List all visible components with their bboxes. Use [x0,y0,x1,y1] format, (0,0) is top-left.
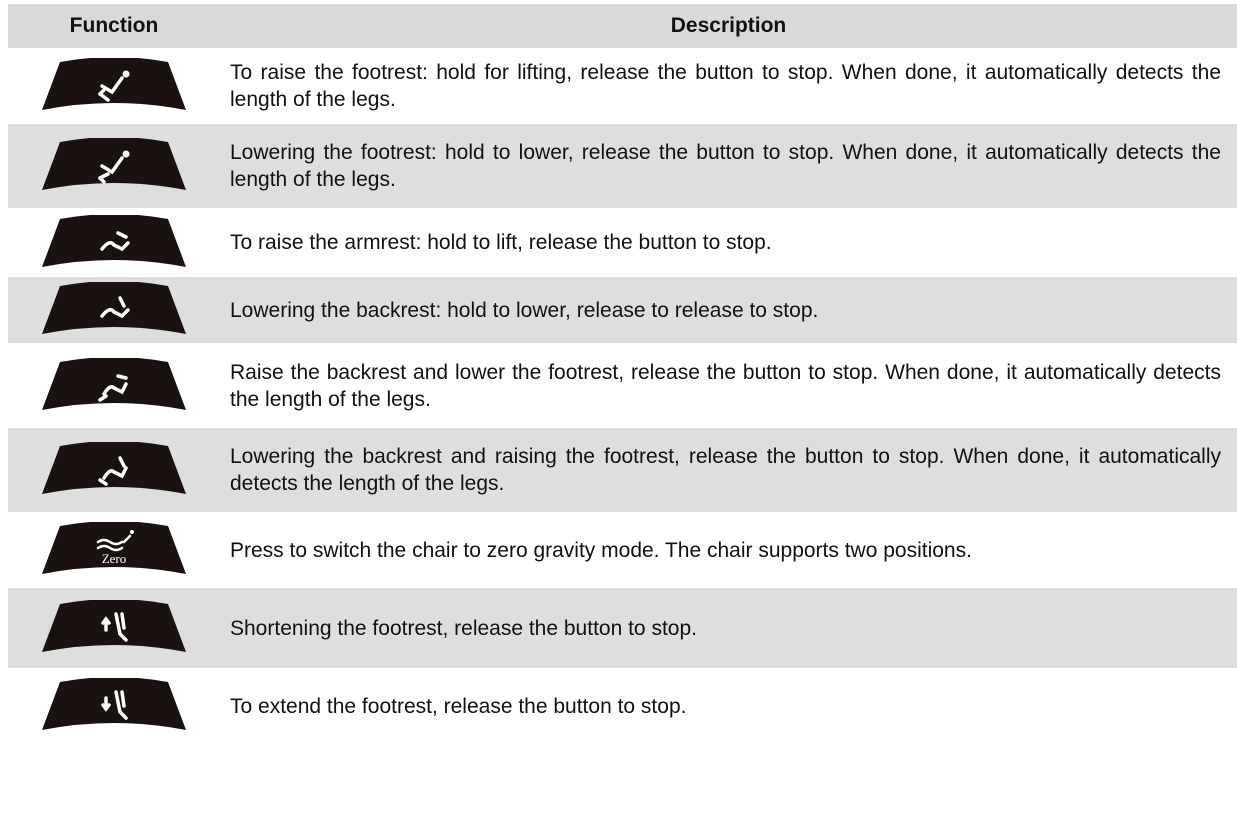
function-cell [8,600,220,656]
backrest-up-footrest-down-icon[interactable] [40,357,188,414]
function-header: Function [69,14,159,37]
table-row: Lowering the backrest: hold to lower, re… [8,277,1237,343]
function-cell [8,678,220,734]
function-cell [8,138,220,194]
description-text: Shortening the footrest, release the but… [230,616,697,640]
description-text: To raise the footrest: hold for lifting,… [230,61,1221,111]
table-row: Zero Press to switch the chair to zero g… [8,512,1237,588]
footrest-extend-icon[interactable] [40,678,188,734]
function-cell [8,357,220,414]
backrest-raise-icon[interactable] [40,214,188,271]
description-text: To raise the armrest: hold to lift, rele… [230,231,772,254]
description-text: Lowering the footrest: hold to lower, re… [230,141,1221,191]
description-text: Lowering the backrest: hold to lower, re… [230,298,819,322]
table-row: To raise the footrest: hold for lifting,… [8,48,1237,124]
function-table: Function Description To raise the footre… [8,4,1237,744]
table-row: Shortening the footrest, release the but… [8,588,1237,668]
function-cell: Zero [8,522,220,578]
description-header: Description [670,14,787,37]
zero-gravity-icon[interactable]: Zero [40,522,188,578]
description-text: Press to switch the chair to zero gravit… [230,538,972,562]
backrest-down-footrest-up-icon[interactable] [40,442,188,498]
table-row: Lowering the backrest and raising the fo… [8,428,1237,512]
footrest-shorten-icon[interactable] [40,600,188,656]
footrest-lower-icon[interactable] [40,138,188,194]
function-cell [8,442,220,498]
description-text: Lowering the backrest and raising the fo… [230,445,1221,495]
footrest-raise-icon[interactable] [40,58,188,114]
function-cell [8,282,220,338]
function-cell [8,58,220,114]
table-header: Function Description [8,4,1237,48]
table-row: To extend the footrest, release the butt… [8,668,1237,744]
table-row: Lowering the footrest: hold to lower, re… [8,124,1237,208]
function-cell [8,214,220,271]
description-text: Raise the backrest and lower the footres… [230,360,1221,411]
zero-label: Zero [102,551,127,566]
table-row: To raise the armrest: hold to lift, rele… [8,208,1237,277]
backrest-lower-icon[interactable] [40,282,188,338]
description-text: To extend the footrest, release the butt… [230,694,687,718]
table-row: Raise the backrest and lower the footres… [8,343,1237,428]
